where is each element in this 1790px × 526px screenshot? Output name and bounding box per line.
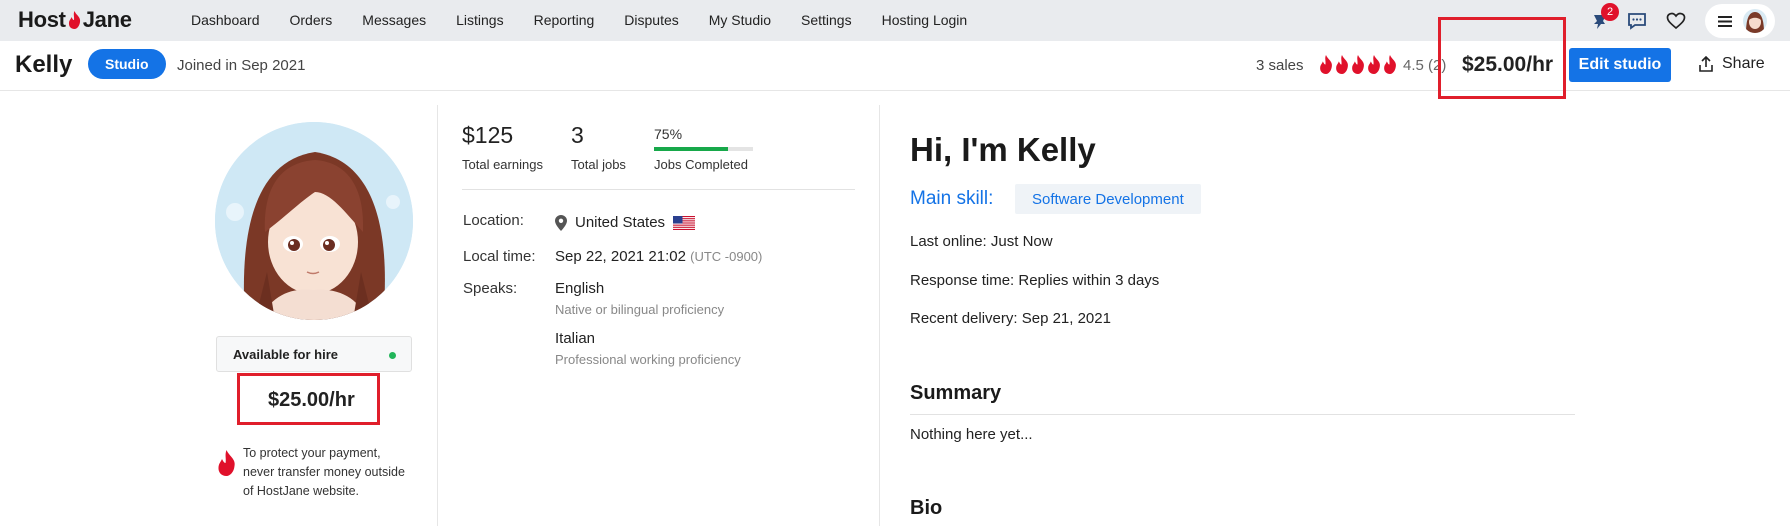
favorites-button[interactable] xyxy=(1663,8,1689,34)
greeting-heading: Hi, I'm Kelly xyxy=(910,131,1096,168)
notifications-button[interactable]: 2 xyxy=(1587,3,1619,34)
last-online: Last online: Just Now xyxy=(910,233,1053,250)
location-label: Location: xyxy=(463,212,524,229)
joined-date: Joined in Sep 2021 xyxy=(177,57,306,74)
user-avatar xyxy=(1743,9,1767,33)
main-skill-chip[interactable]: Software Development xyxy=(1015,184,1201,214)
location-pin-icon xyxy=(555,214,567,231)
nav-disputes[interactable]: Disputes xyxy=(624,12,678,28)
hostjane-logo[interactable]: Host Jane xyxy=(18,7,132,33)
hamburger-icon xyxy=(1718,16,1732,27)
rating-flame-icon xyxy=(1352,55,1364,74)
language-name: English xyxy=(555,280,605,297)
profile-avatar xyxy=(215,122,413,320)
studio-badge[interactable]: Studio xyxy=(88,49,166,79)
language-level: Native or bilingual proficiency xyxy=(555,302,725,317)
share-label: Share xyxy=(1722,55,1765,72)
account-menu-button[interactable] xyxy=(1705,4,1775,38)
jobs-completed-label: Jobs Completed xyxy=(654,157,748,172)
nav-orders[interactable]: Orders xyxy=(290,12,333,28)
availability-label: Available for hire xyxy=(233,347,338,362)
heart-icon xyxy=(1666,12,1686,30)
summary-heading: Summary xyxy=(910,382,1002,404)
location-country: United States xyxy=(575,214,666,231)
sidebar-hourly-rate: $25.00/hr xyxy=(268,389,355,411)
local-time-value: Sep 22, 2021 21:02 (UTC -0900) xyxy=(555,248,762,265)
protect-text: To protect your payment, never transfer … xyxy=(243,446,405,498)
summary-text: Nothing here yet... xyxy=(910,426,1033,443)
total-jobs-label: Total jobs xyxy=(571,157,626,172)
nav-messages[interactable]: Messages xyxy=(362,12,426,28)
flame-icon xyxy=(68,11,80,29)
nav-hosting-login[interactable]: Hosting Login xyxy=(882,12,968,28)
language-level: Professional working proficiency xyxy=(555,352,741,367)
logo-text-host: Host xyxy=(18,7,66,32)
summary-divider xyxy=(910,414,1575,415)
highlight-box-header-rate xyxy=(1438,17,1566,99)
chat-icon xyxy=(1628,13,1646,30)
jobs-completed-progress xyxy=(654,147,753,151)
notification-badge: 2 xyxy=(1601,3,1619,21)
availability-status: Available for hire xyxy=(216,336,412,372)
column-divider xyxy=(437,105,438,526)
nav-dashboard[interactable]: Dashboard xyxy=(191,12,260,28)
speaks-label: Speaks: xyxy=(463,280,518,297)
utc-offset: (UTC -0900) xyxy=(690,249,763,264)
nav-listings[interactable]: Listings xyxy=(456,12,503,28)
response-time: Response time: Replies within 3 days xyxy=(910,272,1160,289)
rating-flame-icon xyxy=(1384,55,1396,74)
rating-flame-icon xyxy=(1320,55,1332,74)
share-icon xyxy=(1699,56,1713,72)
profile-name: Kelly xyxy=(15,51,73,78)
progress-fill xyxy=(654,147,729,151)
recent-delivery: Recent delivery: Sep 21, 2021 xyxy=(910,310,1111,327)
sales-count: 3 sales xyxy=(1256,57,1304,74)
local-time-text: Sep 22, 2021 21:02 xyxy=(555,248,686,265)
stats-divider xyxy=(462,189,855,190)
rating-flames xyxy=(1318,55,1398,74)
messages-button[interactable] xyxy=(1624,8,1650,34)
us-flag-icon xyxy=(673,215,696,230)
column-divider xyxy=(879,105,880,526)
total-earnings-value: $125 xyxy=(462,122,514,148)
total-jobs-value: 3 xyxy=(571,122,584,148)
jobs-completed-value: 75% xyxy=(654,126,683,142)
edit-studio-button[interactable]: Edit studio xyxy=(1569,48,1671,82)
total-earnings-label: Total earnings xyxy=(462,157,543,172)
online-status-dot xyxy=(389,352,396,359)
nav-settings[interactable]: Settings xyxy=(801,12,852,28)
logo-text-jane: Jane xyxy=(82,7,132,32)
rating-flame-icon xyxy=(1368,55,1380,74)
flame-icon xyxy=(218,450,235,476)
main-skill-label: Main skill: xyxy=(910,188,994,209)
rating-flame-icon xyxy=(1336,55,1348,74)
local-time-label: Local time: xyxy=(463,248,536,265)
nav-my-studio[interactable]: My Studio xyxy=(709,12,771,28)
nav-reporting[interactable]: Reporting xyxy=(534,12,595,28)
language-name: Italian xyxy=(555,330,596,347)
share-button[interactable]: Share xyxy=(1698,55,1765,73)
nav-links: Dashboard Orders Messages Listings Repor… xyxy=(191,12,997,28)
location-value: United States xyxy=(555,214,696,231)
bio-heading: Bio xyxy=(910,497,943,519)
